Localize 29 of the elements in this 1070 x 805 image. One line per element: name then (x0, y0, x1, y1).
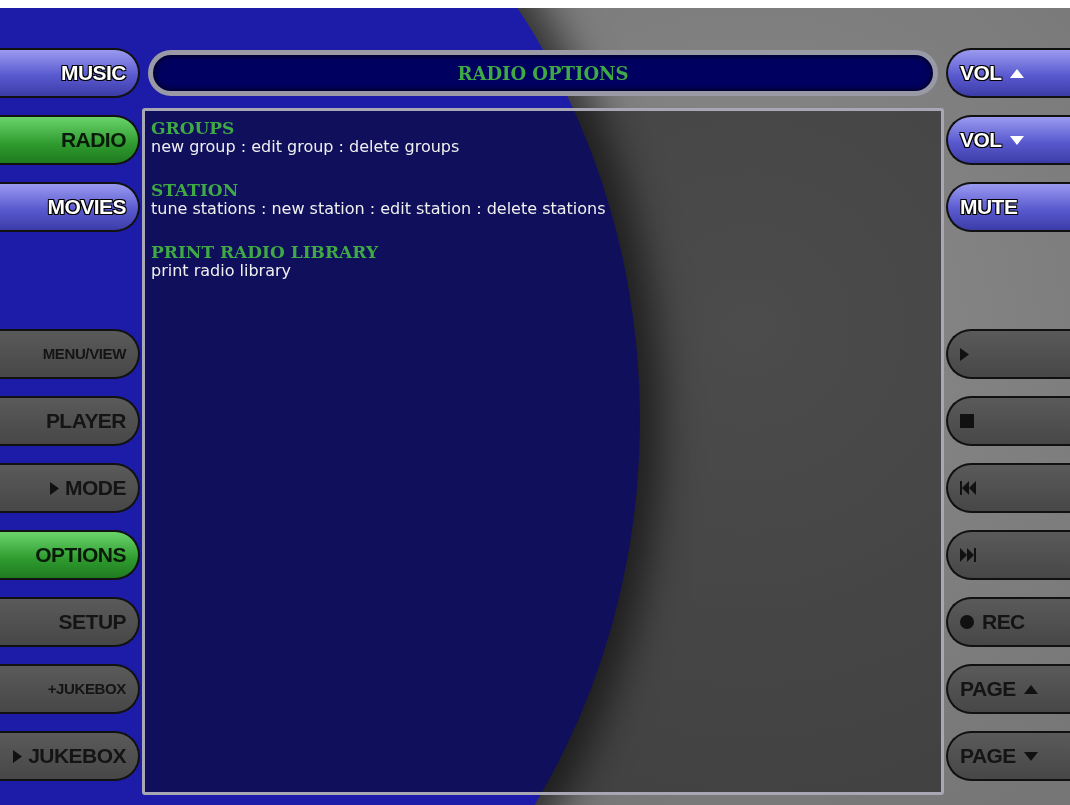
control-button[interactable]: MUTE (946, 182, 1070, 232)
section-actions[interactable]: new group : edit group : delete groups (151, 137, 935, 157)
nav-button[interactable]: MOVIES (0, 182, 140, 232)
screen-title: RADIO OPTIONS (457, 61, 629, 86)
skip-back-icon (960, 481, 976, 495)
stop-icon (960, 414, 974, 428)
triangle-down-icon (1023, 751, 1038, 761)
record-dot-icon (960, 615, 974, 629)
nav-button[interactable]: MUSIC (0, 48, 140, 98)
control-button[interactable]: VOL (946, 48, 1070, 98)
section-actions[interactable]: tune stations : new station : edit station : delete stations (151, 199, 935, 219)
play-icon (960, 347, 969, 361)
media-button[interactable] (946, 530, 1070, 580)
nav-button[interactable]: OPTIONS (0, 530, 140, 580)
control-button[interactable]: VOL (946, 115, 1070, 165)
play-icon (50, 481, 60, 495)
section-heading: GROUPS (151, 119, 236, 137)
triangle-down-icon (1009, 135, 1024, 145)
section-actions[interactable]: print radio library (151, 261, 935, 281)
skip-forward-icon (960, 548, 976, 562)
media-button[interactable] (946, 396, 1070, 446)
media-button[interactable] (946, 463, 1070, 513)
media-button[interactable] (946, 329, 1070, 379)
play-icon (13, 749, 23, 763)
section-heading: STATION (151, 181, 240, 199)
triangle-up-icon (1009, 68, 1024, 78)
nav-button[interactable]: RADIO (0, 115, 140, 165)
section-heading: PRINT RADIO LIBRARY (151, 243, 380, 261)
triangle-up-icon (1023, 684, 1038, 694)
